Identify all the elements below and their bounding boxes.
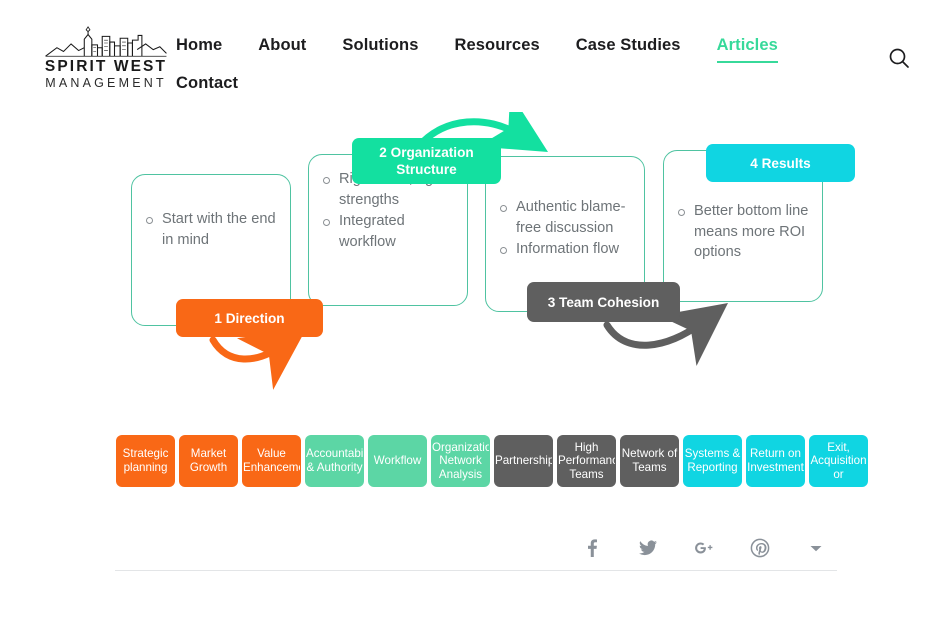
tag-systems-reporting[interactable]: Systems & Reporting [683, 435, 742, 487]
tag-label: Systems & Reporting [684, 447, 741, 474]
tag-label: High Performance Teams [558, 440, 615, 481]
site-logo[interactable]: SPIRIT WEST MANAGEMENT [40, 26, 172, 92]
pinterest-icon [750, 538, 770, 558]
twitter-share-button[interactable] [636, 536, 660, 560]
nav-item-case-studies[interactable]: Case Studies [576, 30, 681, 60]
stage-card-team-cohesion-bullets: Authentic blame-free discussion Informat… [498, 197, 634, 260]
tag-organizational-network-analysis[interactable]: Organizational Network Analysis [431, 435, 490, 487]
tag-label: Strategic planning [122, 447, 169, 474]
nav-item-solutions[interactable]: Solutions [342, 30, 418, 60]
tag-network-of-teams[interactable]: Network of Teams [620, 435, 679, 487]
stage-label-organization-structure[interactable]: 2 Organization Structure [352, 138, 501, 184]
chevron-down-icon [810, 546, 822, 552]
nav-item-home[interactable]: Home [176, 30, 222, 60]
tag-label: Accountability & Authority [306, 447, 363, 474]
tag-strategic-planning[interactable]: Strategic planning [116, 435, 175, 487]
logo-brand-name: SPIRIT WEST [44, 58, 168, 76]
tag-return-on-investment[interactable]: Return on Investment [746, 435, 805, 487]
stage-label-team-cohesion[interactable]: 3 Team Cohesion [527, 282, 680, 322]
search-button[interactable] [886, 45, 912, 71]
twitter-icon [639, 540, 657, 556]
google-plus-icon [695, 542, 713, 554]
list-item: Authentic blame-free discussion [498, 197, 634, 238]
list-item: Better bottom line means more ROI option… [676, 201, 812, 263]
primary-navigation: Home About Solutions Resources Case Stud… [176, 30, 816, 106]
tag-exit-acquisition[interactable]: Exit, Acquisition or [809, 435, 868, 487]
stage-label-results-text: 4 Results [750, 155, 811, 171]
tag-label: Organizational Network Analysis [432, 440, 489, 481]
social-share-row [580, 533, 840, 563]
tag-label: Exit, Acquisition or [810, 440, 867, 481]
more-share-options-button[interactable] [804, 536, 828, 560]
nav-item-resources[interactable]: Resources [454, 30, 539, 60]
facebook-icon [588, 539, 597, 557]
tag-partnership[interactable]: Partnership [494, 435, 553, 487]
tag-label: Value Enhancement [243, 447, 300, 474]
search-icon [889, 48, 909, 68]
list-item: Start with the end in mind [144, 209, 278, 250]
tag-accountability-authority[interactable]: Accountability & Authority [305, 435, 364, 487]
nav-item-articles[interactable]: Articles [716, 30, 779, 63]
city-skyline-icon [45, 26, 167, 57]
process-diagram: Start with the end in mind Right roles, … [0, 112, 952, 402]
page-root: SPIRIT WEST MANAGEMENT Home About Soluti… [0, 0, 952, 623]
stage-label-results[interactable]: 4 Results [706, 144, 855, 182]
nav-item-about[interactable]: About [258, 30, 306, 60]
footer-divider [115, 570, 837, 571]
list-item: Integrated workflow [321, 211, 457, 252]
tag-label: Workflow [373, 454, 422, 468]
tag-workflow[interactable]: Workflow [368, 435, 427, 487]
tag-label: Network of Teams [621, 447, 678, 474]
nav-item-contact[interactable]: Contact [176, 68, 816, 98]
tag-value-enhancement[interactable]: Value Enhancement [242, 435, 301, 487]
tag-label: Partnership [495, 454, 552, 468]
orange-arrow-path [209, 327, 307, 390]
gray-arrow-path [603, 303, 729, 366]
pinterest-share-button[interactable] [748, 536, 772, 560]
stage-label-direction-text: 1 Direction [214, 310, 285, 326]
stage-card-results-bullets: Better bottom line means more ROI option… [676, 201, 812, 263]
stage-label-direction[interactable]: 1 Direction [176, 299, 323, 337]
logo-brand-subtitle: MANAGEMENT [45, 76, 167, 91]
tag-high-performance-teams[interactable]: High Performance Teams [557, 435, 616, 487]
tag-label: Market Growth [189, 447, 228, 474]
stage-label-organization-text: 2 Organization Structure [379, 145, 474, 177]
stage-card-direction-bullets: Start with the end in mind [144, 209, 278, 250]
site-header: SPIRIT WEST MANAGEMENT Home About Soluti… [0, 0, 952, 112]
tag-label: Return on Investment [747, 447, 804, 474]
stage-label-team-cohesion-text: 3 Team Cohesion [547, 294, 660, 310]
google-plus-share-button[interactable] [692, 536, 716, 560]
tag-market-growth[interactable]: Market Growth [179, 435, 238, 487]
capability-tag-row: Strategic planning Market Growth Value E… [116, 435, 868, 487]
list-item: Information flow [498, 239, 634, 260]
facebook-share-button[interactable] [580, 536, 604, 560]
